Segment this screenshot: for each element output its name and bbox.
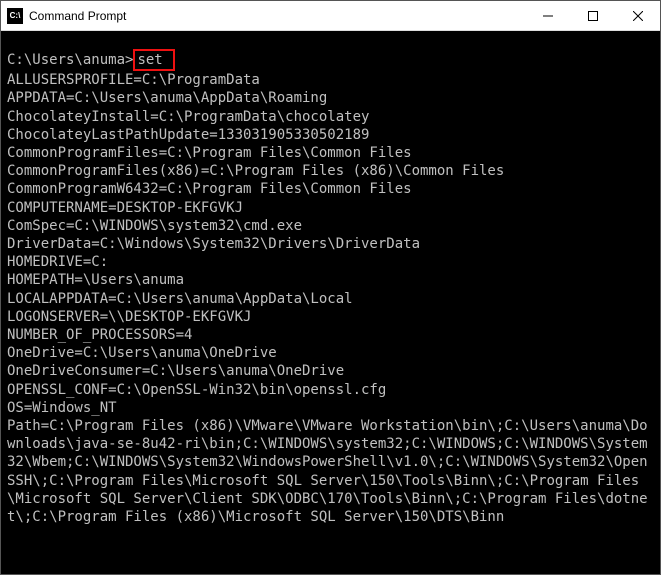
env-line: HOMEPATH=\Users\anuma (7, 271, 654, 289)
command-text: set (137, 52, 162, 68)
console-output[interactable]: C:\Users\anuma>set ALLUSERSPROFILE=C:\Pr… (1, 31, 660, 574)
env-line: OneDrive=C:\Users\anuma\OneDrive (7, 344, 654, 362)
close-icon (633, 11, 643, 21)
command-highlight: set (133, 49, 175, 71)
maximize-button[interactable] (570, 1, 615, 30)
prompt-path: C:\Users\anuma> (7, 52, 133, 68)
close-button[interactable] (615, 1, 660, 30)
window-title: Command Prompt (29, 9, 525, 23)
env-output: ALLUSERSPROFILE=C:\ProgramDataAPPDATA=C:… (7, 71, 654, 526)
minimize-button[interactable] (525, 1, 570, 30)
env-line: OPENSSL_CONF=C:\OpenSSL-Win32\bin\openss… (7, 381, 654, 399)
env-line: LOCALAPPDATA=C:\Users\anuma\AppData\Loca… (7, 290, 654, 308)
env-line: APPDATA=C:\Users\anuma\AppData\Roaming (7, 89, 654, 107)
command-prompt-window: C:\ Command Prompt C:\Users\anuma>set AL… (0, 0, 661, 575)
env-line: ALLUSERSPROFILE=C:\ProgramData (7, 71, 654, 89)
env-line: Path=C:\Program Files (x86)\VMware\VMwar… (7, 417, 654, 526)
env-line: DriverData=C:\Windows\System32\Drivers\D… (7, 235, 654, 253)
env-line: CommonProgramW6432=C:\Program Files\Comm… (7, 180, 654, 198)
env-line: OS=Windows_NT (7, 399, 654, 417)
env-line: CommonProgramFiles=C:\Program Files\Comm… (7, 144, 654, 162)
minimize-icon (543, 11, 553, 21)
env-line: LOGONSERVER=\\DESKTOP-EKFGVKJ (7, 308, 654, 326)
env-line: COMPUTERNAME=DESKTOP-EKFGVKJ (7, 199, 654, 217)
window-controls (525, 1, 660, 30)
env-line: ChocolateyInstall=C:\ProgramData\chocola… (7, 108, 654, 126)
env-line: NUMBER_OF_PROCESSORS=4 (7, 326, 654, 344)
cmd-icon: C:\ (7, 8, 23, 24)
env-line: HOMEDRIVE=C: (7, 253, 654, 271)
env-line: CommonProgramFiles(x86)=C:\Program Files… (7, 162, 654, 180)
env-line: OneDriveConsumer=C:\Users\anuma\OneDrive (7, 362, 654, 380)
env-line: ChocolateyLastPathUpdate=133031905330502… (7, 126, 654, 144)
maximize-icon (588, 11, 598, 21)
env-line: ComSpec=C:\WINDOWS\system32\cmd.exe (7, 217, 654, 235)
titlebar[interactable]: C:\ Command Prompt (1, 1, 660, 31)
prompt-line: C:\Users\anuma>set (7, 49, 654, 71)
